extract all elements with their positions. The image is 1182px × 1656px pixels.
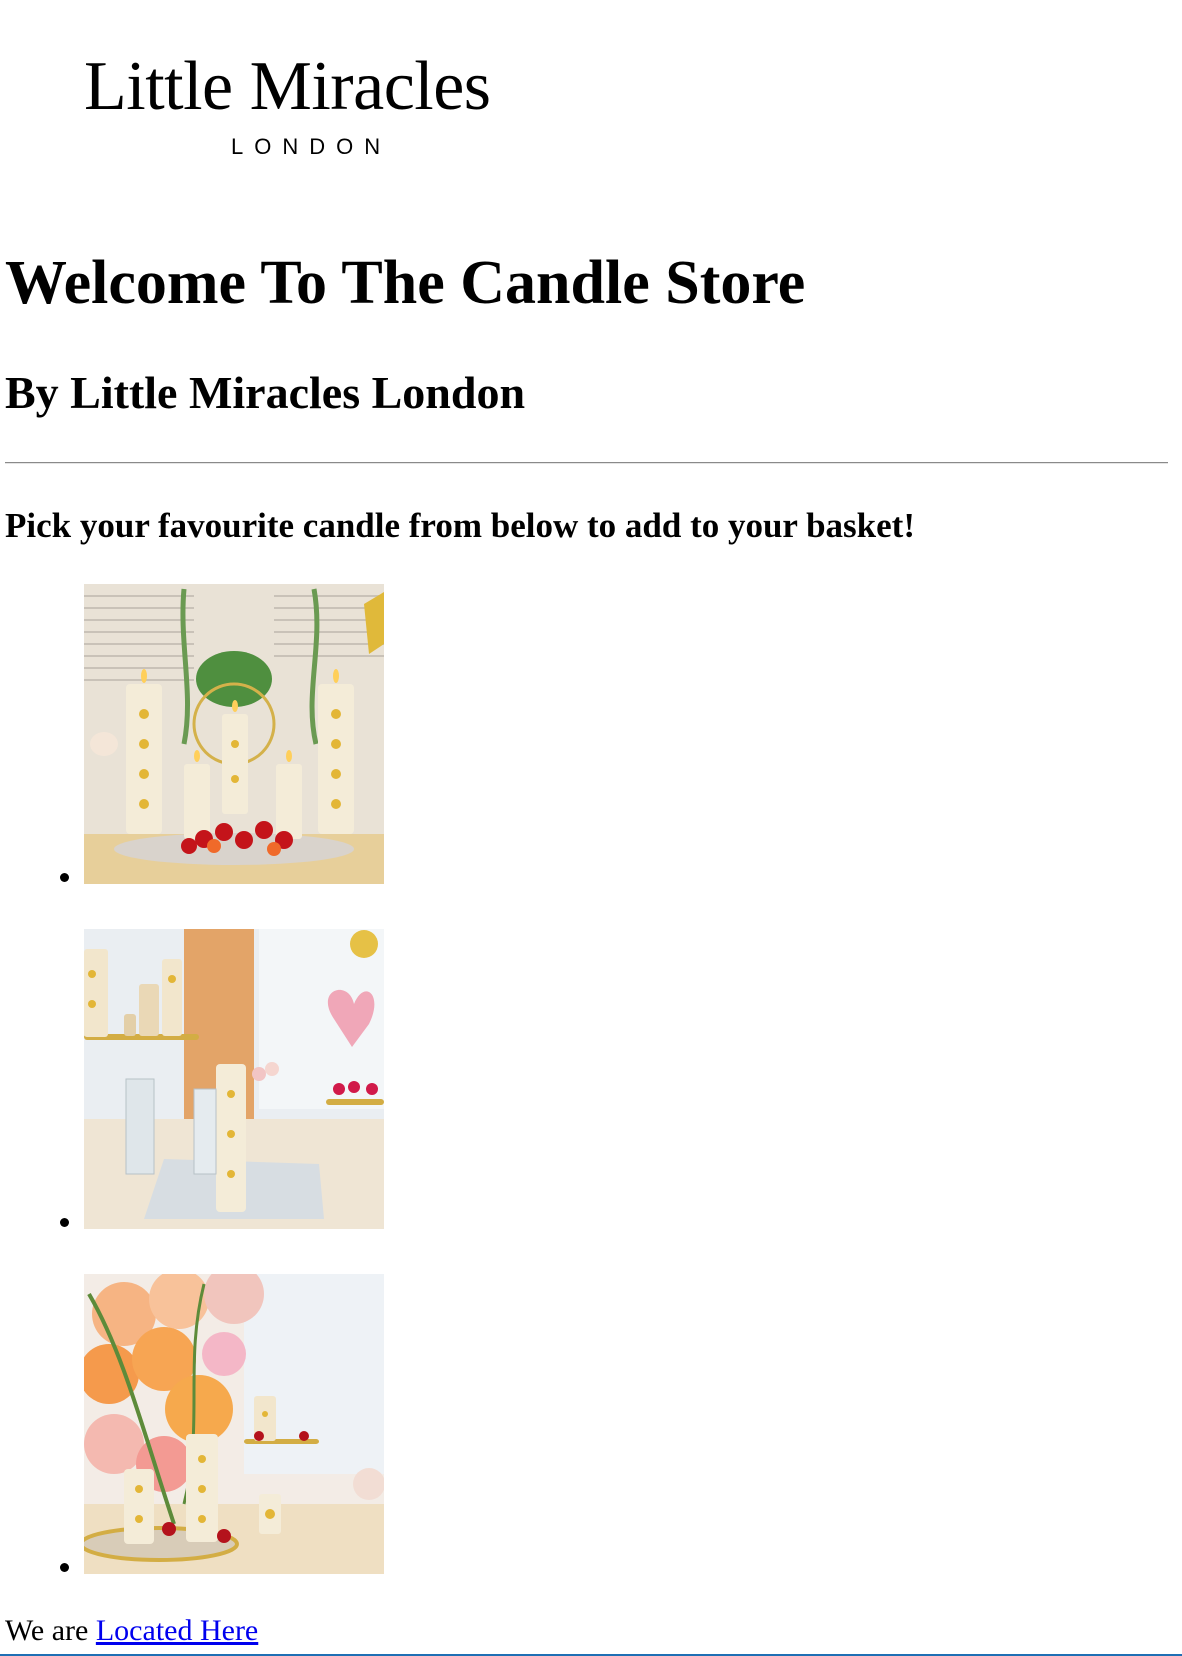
bullet-icon [60, 873, 69, 882]
location-link[interactable]: Located Here [96, 1614, 258, 1647]
page-title: Welcome To The Candle Store [5, 249, 806, 317]
list-item [0, 929, 400, 1229]
list-item [0, 584, 400, 884]
brand-logo: Little Miracles LONDON [84, 52, 544, 162]
list-item [0, 1274, 400, 1574]
bullet-icon [60, 1563, 69, 1572]
page-subtitle: By Little Miracles London [5, 367, 526, 418]
instruction-text: Pick your favourite candle from below to… [5, 506, 915, 545]
product-image[interactable] [84, 584, 384, 884]
footer: We are Located Here [5, 1616, 258, 1646]
logo-wordmark: Little Miracles [84, 48, 491, 125]
divider [5, 462, 1168, 464]
product-image[interactable] [84, 1274, 384, 1574]
product-image[interactable] [84, 929, 384, 1229]
logo-city: LONDON [231, 134, 392, 159]
footer-text: We are [5, 1614, 89, 1647]
bullet-icon [60, 1218, 69, 1227]
